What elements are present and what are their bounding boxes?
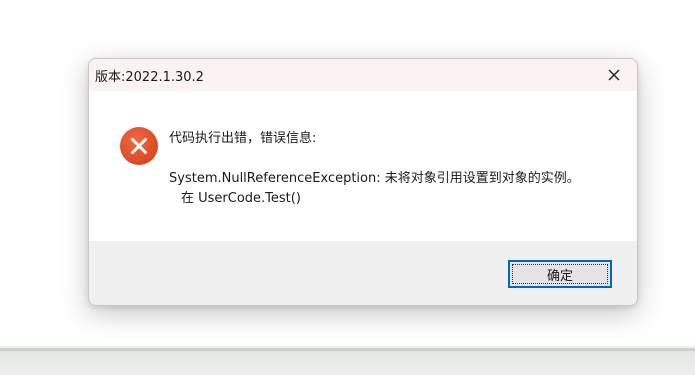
close-button[interactable] bbox=[591, 59, 637, 91]
close-icon bbox=[608, 69, 620, 81]
dialog-content: 代码执行出错，错误信息: System.NullReferenceExcepti… bbox=[89, 91, 637, 241]
background-window bbox=[0, 351, 695, 375]
ok-button[interactable]: 确定 bbox=[508, 260, 612, 288]
dialog-titlebar[interactable]: 版本:2022.1.30.2 bbox=[89, 59, 637, 91]
exception-message: System.NullReferenceException: 未将对象引用设置到… bbox=[169, 171, 580, 186]
error-message-header: 代码执行出错，错误信息: bbox=[169, 131, 317, 146]
error-x-icon bbox=[120, 127, 158, 165]
error-dialog: 版本:2022.1.30.2 代码执行出错，错误信息: System.NullR… bbox=[88, 58, 638, 306]
stack-trace-line: 在 UserCode.Test() bbox=[181, 191, 301, 206]
ok-button-label: 确定 bbox=[546, 268, 573, 284]
dialog-title: 版本:2022.1.30.2 bbox=[95, 70, 204, 85]
dialog-footer: 确定 bbox=[89, 241, 637, 305]
